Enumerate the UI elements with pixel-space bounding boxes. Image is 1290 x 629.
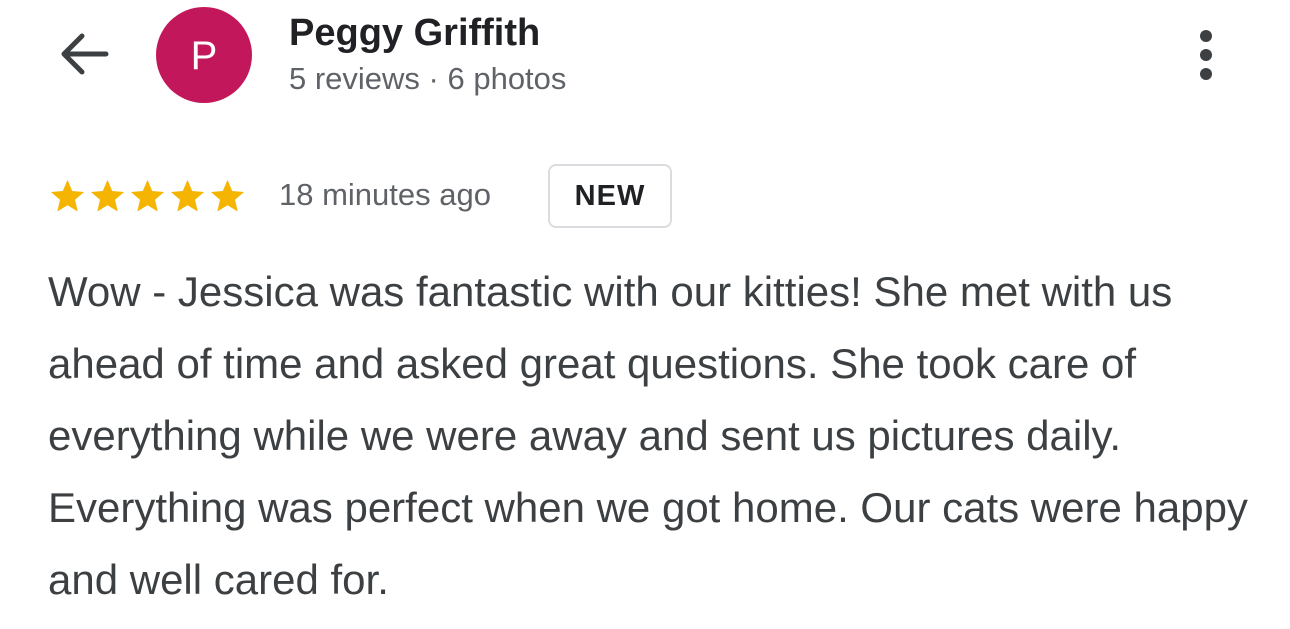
reviewer-meta: 5 reviews · 6 photos [289,61,567,96]
review-text: Wow - Jessica was fantastic with our kit… [48,268,1248,603]
star-icon [210,179,245,211]
star-rating [48,172,247,220]
star-icon [50,179,85,211]
more-options-button[interactable] [1186,22,1226,88]
avatar[interactable]: P [156,7,252,103]
more-vert-icon-dot [1200,49,1212,61]
back-button[interactable] [54,28,112,80]
arrow-back-icon [61,33,109,75]
review-time: 18 minutes ago [279,177,491,212]
star-icon [130,179,165,211]
star-icon [90,179,125,211]
more-vert-icon-dot [1200,68,1212,80]
more-vert-icon-dot [1200,30,1212,42]
star-icon [170,179,205,211]
reviewer-name[interactable]: Peggy Griffith [289,10,540,56]
new-badge: NEW [548,164,672,228]
